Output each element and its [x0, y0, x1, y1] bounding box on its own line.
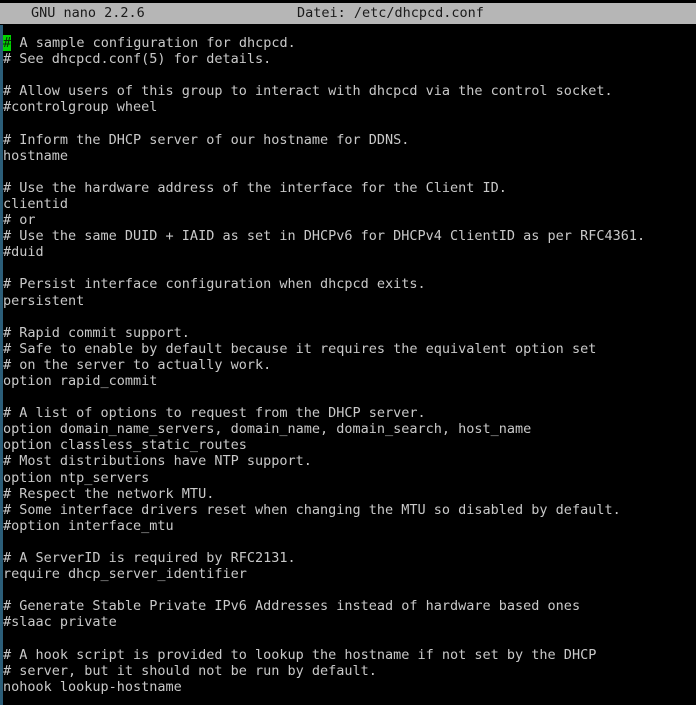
buffer-line-text: # Safe to enable by default because it r…	[3, 340, 597, 357]
buffer-line-text: # A list of options to request from the …	[3, 405, 426, 422]
buffer-line-text	[3, 309, 11, 325]
buffer-line[interactable]: #duid	[3, 244, 696, 260]
buffer-line[interactable]	[3, 260, 696, 276]
buffer-line-text	[3, 164, 11, 180]
buffer-line-text: #slaac private	[3, 614, 117, 631]
buffer-line-text: option rapid_commit	[3, 372, 158, 389]
buffer-line-text	[3, 582, 11, 598]
buffer-line[interactable]: #option interface_mtu	[3, 518, 696, 534]
buffer-line[interactable]: option rapid_commit	[3, 373, 696, 389]
buffer-line[interactable]: # Respect the network MTU.	[3, 486, 696, 502]
buffer-line[interactable]	[3, 534, 696, 550]
buffer-line[interactable]	[3, 164, 696, 180]
buffer-line-text: # A hook script is provided to lookup th…	[3, 646, 597, 663]
buffer-line[interactable]	[3, 695, 696, 705]
buffer-line-text: # Rapid commit support.	[3, 324, 190, 341]
buffer-line[interactable]: # Use the same DUID + IAID as set in DHC…	[3, 228, 696, 244]
buffer-line[interactable]: option ntp_servers	[3, 470, 696, 486]
buffer-line[interactable]: #slaac private	[3, 614, 696, 630]
buffer-line[interactable]: # A sample configuration for dhcpcd.	[3, 35, 696, 52]
buffer-line[interactable]	[3, 389, 696, 405]
buffer-line-text: option domain_name_servers, domain_name,…	[3, 421, 532, 438]
buffer-line[interactable]: nohook lookup-hostname	[3, 679, 696, 695]
nano-editor-window: GNU nano 2.2.6 Datei: /etc/dhcpcd.conf #…	[0, 0, 696, 705]
nano-file-label: Datei: /etc/dhcpcd.conf	[297, 5, 484, 21]
buffer-line-text: # Some interface drivers reset when chan…	[3, 501, 621, 518]
buffer-line-text	[3, 389, 11, 405]
buffer-line-text: # on the server to actually work.	[3, 356, 272, 373]
buffer-line-text: require dhcp_server_identifier	[3, 566, 247, 583]
text-buffer[interactable]: # A sample configuration for dhcpcd. # Se…	[3, 35, 696, 705]
buffer-line[interactable]	[3, 630, 696, 646]
buffer-line[interactable]: # Most distributions have NTP support.	[3, 453, 696, 469]
buffer-line-text: # Respect the network MTU.	[3, 485, 215, 502]
buffer-line[interactable]: # A list of options to request from the …	[3, 405, 696, 421]
buffer-line-text	[3, 115, 11, 131]
buffer-line-text: # Use the same DUID + IAID as set in DHC…	[3, 228, 646, 245]
buffer-line-text: # Persist interface configuration when d…	[3, 276, 426, 293]
buffer-line-text: # Use the hardware address of the interf…	[3, 179, 507, 196]
buffer-line-text	[3, 630, 11, 646]
buffer-line-text: # A ServerID is required by RFC2131.	[3, 550, 296, 566]
buffer-line-text: # Generate Stable Private IPv6 Addresses…	[3, 598, 581, 615]
buffer-line[interactable]: # Use the hardware address of the interf…	[3, 180, 696, 196]
buffer-line-text	[3, 534, 11, 550]
buffer-line-text: clientid	[3, 195, 69, 212]
buffer-line-text: A sample configuration for dhcpcd.	[11, 35, 296, 51]
buffer-line-text: #duid	[3, 244, 44, 261]
buffer-line-text: # server, but it should not be run by de…	[3, 662, 377, 679]
buffer-line-text: # Inform the DHCP server of our hostname…	[3, 131, 410, 148]
buffer-line[interactable]: # Inform the DHCP server of our hostname…	[3, 132, 696, 148]
buffer-line-text: # See dhcpcd.conf(5) for details.	[3, 51, 272, 68]
buffer-line[interactable]: # See dhcpcd.conf(5) for details.	[3, 51, 696, 67]
buffer-line[interactable]: option domain_name_servers, domain_name,…	[3, 421, 696, 437]
buffer-line[interactable]: clientid	[3, 196, 696, 212]
buffer-line[interactable]: require dhcp_server_identifier	[3, 566, 696, 582]
buffer-line[interactable]: # Persist interface configuration when d…	[3, 276, 696, 292]
buffer-line[interactable]: # server, but it should not be run by de…	[3, 663, 696, 679]
buffer-line[interactable]	[3, 582, 696, 598]
buffer-line-text	[3, 260, 11, 276]
buffer-line[interactable]: persistent	[3, 293, 696, 309]
buffer-line[interactable]: # Allow users of this group to interact …	[3, 83, 696, 99]
nano-title-bar: GNU nano 2.2.6 Datei: /etc/dhcpcd.conf	[0, 3, 696, 24]
buffer-line[interactable]: option classless_static_routes	[3, 437, 696, 453]
buffer-line[interactable]	[3, 309, 696, 325]
buffer-line[interactable]: # or	[3, 212, 696, 228]
buffer-line[interactable]	[3, 67, 696, 83]
buffer-line[interactable]: # A hook script is provided to lookup th…	[3, 647, 696, 663]
buffer-line[interactable]: # Some interface drivers reset when chan…	[3, 502, 696, 518]
buffer-line[interactable]: # Safe to enable by default because it r…	[3, 341, 696, 357]
buffer-line-text: option ntp_servers	[3, 469, 150, 486]
buffer-line-text	[3, 67, 11, 83]
buffer-line[interactable]: #controlgroup wheel	[3, 99, 696, 115]
buffer-line[interactable]: # Rapid commit support.	[3, 325, 696, 341]
buffer-line-text: hostname	[3, 147, 69, 164]
buffer-line[interactable]: hostname	[3, 148, 696, 164]
buffer-line[interactable]: # on the server to actually work.	[3, 357, 696, 373]
buffer-line-text: nohook lookup-hostname	[3, 678, 182, 695]
buffer-line[interactable]: # Generate Stable Private IPv6 Addresses…	[3, 598, 696, 614]
buffer-line-text: # or	[3, 212, 36, 229]
nano-version-label: GNU nano 2.2.6	[31, 5, 145, 21]
buffer-line-text: option classless_static_routes	[3, 437, 247, 454]
buffer-line-text: #controlgroup wheel	[3, 99, 158, 116]
buffer-line-text: # Most distributions have NTP support.	[3, 453, 312, 470]
buffer-line-text: #option interface_mtu	[3, 517, 174, 534]
buffer-line-text	[3, 695, 11, 705]
buffer-line[interactable]	[3, 115, 696, 131]
buffer-line[interactable]: # A ServerID is required by RFC2131.	[3, 550, 696, 566]
buffer-line-text: persistent	[3, 292, 85, 309]
buffer-line-text: # Allow users of this group to interact …	[3, 83, 613, 100]
